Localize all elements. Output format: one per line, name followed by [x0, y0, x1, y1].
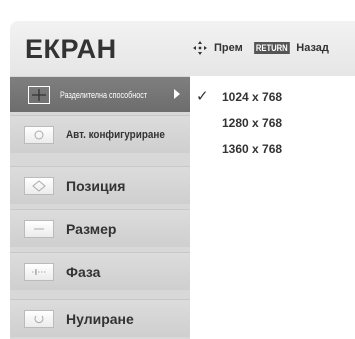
- sidebar-item-label: Фаза: [66, 263, 101, 280]
- check-icon: ✓: [196, 88, 209, 105]
- sidebar-item-phase[interactable]: Фаза: [10, 252, 190, 290]
- back-label: Назад: [296, 42, 329, 54]
- chevron-right-icon: [174, 89, 180, 99]
- move-label: Прем: [214, 42, 243, 54]
- option-resolution-0[interactable]: 1024 x 768: [222, 90, 282, 104]
- sidebar-item-label: Позиция: [66, 177, 126, 194]
- auto-config-icon: [24, 125, 54, 144]
- sidebar-item-auto-config[interactable]: Авт. конфигуриране: [10, 115, 190, 153]
- crosshair-icon: [28, 85, 50, 104]
- return-badge: RETURN: [253, 42, 290, 54]
- sidebar-item-reset[interactable]: Нулиране: [10, 299, 190, 337]
- position-icon: [24, 176, 54, 195]
- nav-hint: Прем RETURN Назад: [192, 40, 329, 56]
- top-band: [0, 0, 355, 21]
- size-icon: [24, 219, 54, 238]
- move-icon: [193, 41, 207, 55]
- option-resolution-1[interactable]: 1280 x 768: [222, 116, 282, 130]
- sidebar-item-label: Нулиране: [66, 310, 134, 327]
- sidebar-item-resolution[interactable]: Разделителна способност: [10, 77, 190, 112]
- reset-icon: [24, 309, 54, 328]
- screen-menu: ЕКРАН Прем RETURN Назад Разделителна спо…: [0, 0, 355, 339]
- sidebar-item-label: Разделителна способност: [60, 89, 148, 100]
- sidebar-item-position[interactable]: Позиция: [10, 166, 190, 204]
- page-title: ЕКРАН: [25, 34, 117, 64]
- sidebar-item-size[interactable]: Размер: [10, 209, 190, 247]
- phase-icon: [24, 262, 54, 281]
- sidebar-item-label: Размер: [66, 220, 117, 237]
- sidebar-item-label: Авт. конфигуриране: [66, 128, 165, 141]
- option-resolution-2[interactable]: 1360 x 768: [222, 142, 282, 156]
